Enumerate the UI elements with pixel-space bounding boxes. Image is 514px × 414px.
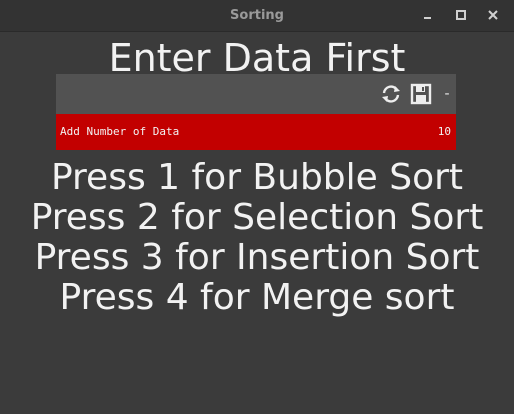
instructions-list: Press 1 for Bubble Sort Press 2 for Sele… [0, 158, 514, 318]
close-button[interactable] [483, 6, 503, 24]
save-button[interactable] [410, 83, 432, 105]
maximize-button[interactable] [450, 6, 470, 24]
app-window: Sorting Enter Data First - Add Number of… [0, 0, 514, 414]
minimize-icon [424, 17, 431, 19]
save-icon [410, 83, 432, 105]
instruction-bubble-sort: Press 1 for Bubble Sort [50, 157, 464, 198]
instruction-selection-sort: Press 2 for Selection Sort [30, 197, 484, 238]
minimize-button[interactable] [418, 6, 438, 24]
instruction-merge-sort: Press 4 for Merge sort [59, 277, 455, 318]
instruction-insertion-sort: Press 3 for Insertion Sort [34, 237, 480, 278]
refresh-icon [382, 85, 400, 103]
settings-panel: - Add Number of Data 10 [56, 74, 456, 150]
title-bar[interactable]: Sorting [0, 0, 514, 32]
collapse-button[interactable]: - [440, 83, 454, 105]
maximize-icon [456, 10, 466, 20]
panel-header: - [56, 74, 456, 114]
number-of-data-label: Add Number of Data [60, 125, 180, 138]
close-icon [488, 10, 498, 20]
number-of-data-value[interactable]: 10 [438, 114, 451, 150]
refresh-button[interactable] [380, 83, 402, 105]
number-of-data-row[interactable]: Add Number of Data 10 [56, 114, 456, 150]
